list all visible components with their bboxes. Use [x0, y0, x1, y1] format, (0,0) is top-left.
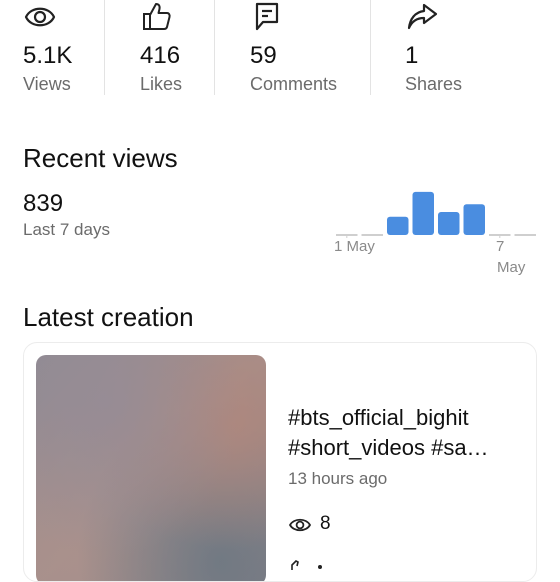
likes-label: Likes	[140, 74, 183, 94]
divider	[214, 0, 215, 95]
chart-bar	[514, 234, 536, 236]
comment-icon	[250, 0, 284, 34]
views-count: 5.1K	[23, 42, 73, 69]
caption-line: #bts_official_bighit	[288, 405, 469, 430]
views-label: Views	[23, 74, 71, 94]
video-caption: #bts_official_bighit #short_videos #sa…	[288, 403, 524, 463]
video-thumbnail[interactable]	[36, 355, 266, 581]
chart-bar	[438, 212, 460, 235]
recent-views-title: Recent views	[23, 143, 178, 173]
chart-bar	[412, 191, 434, 235]
partial-stat-row	[288, 557, 328, 570]
video-views-count: 8	[320, 513, 331, 534]
x-tick-label: 7	[496, 238, 505, 255]
recent-views-period: Last 7 days	[23, 220, 110, 239]
eye-icon	[23, 0, 57, 34]
comments-label: Comments	[250, 74, 338, 94]
chart-bar	[387, 216, 409, 235]
chart-bar	[463, 204, 485, 235]
x-tick-label: May	[497, 259, 526, 276]
divider	[370, 0, 371, 95]
views-chart-svg	[336, 191, 536, 238]
thumbs-up-icon	[140, 0, 174, 34]
chart-bar	[361, 234, 383, 236]
recent-views-count: 839	[23, 190, 64, 217]
eye-icon	[288, 515, 312, 535]
comments-count: 59	[250, 42, 277, 69]
likes-count: 416	[140, 42, 181, 69]
share-icon	[405, 0, 439, 34]
latest-creation-title: Latest creation	[23, 302, 194, 332]
divider	[104, 0, 105, 95]
shares-count: 1	[405, 42, 419, 69]
x-tick-label: 1 May	[334, 238, 375, 255]
latest-creation-card[interactable]: #bts_official_bighit #short_videos #sa… …	[23, 342, 537, 582]
shares-label: Shares	[405, 74, 463, 94]
posted-time: 13 hours ago	[288, 469, 388, 488]
views-bar-chart: 1 May 7 May	[334, 184, 538, 284]
stats-row: 5.1K Views 416 Likes 59 Comments 1 Share…	[0, 0, 560, 100]
caption-line: #short_videos #sa…	[288, 435, 489, 460]
